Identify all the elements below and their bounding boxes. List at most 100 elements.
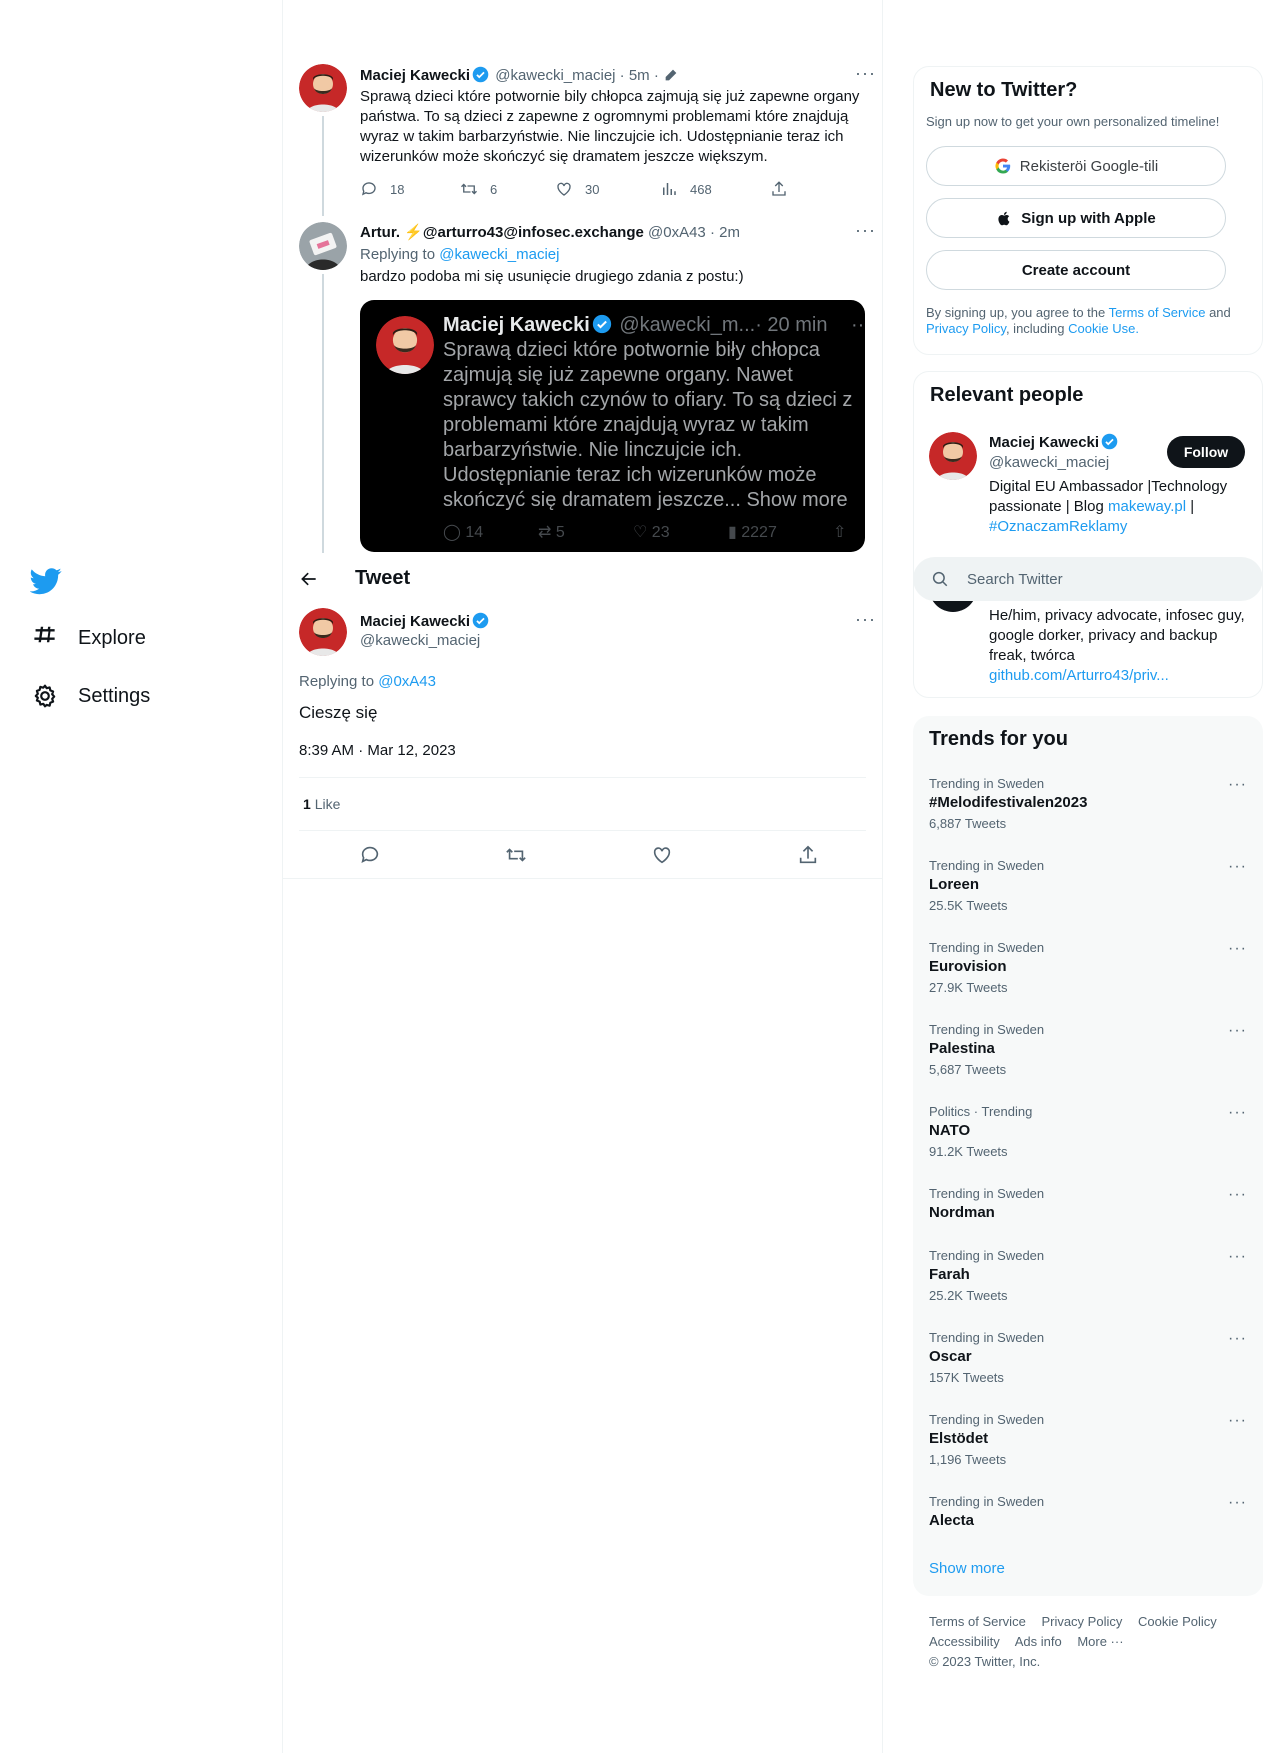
more-options-icon[interactable]: ···	[1228, 1412, 1247, 1430]
more-options-icon[interactable]: ···	[1228, 1494, 1247, 1512]
footer-accessibility-link[interactable]: Accessibility	[929, 1634, 1000, 1649]
retweet-button[interactable]	[505, 844, 527, 866]
share-button[interactable]	[770, 180, 788, 198]
bio-link[interactable]: makeway.pl	[1108, 498, 1186, 515]
nav-settings-label: Settings	[78, 684, 151, 707]
avatar[interactable]	[929, 432, 977, 480]
trend-item[interactable]: Trending in Sweden Nordman ···	[929, 1186, 1247, 1221]
more-options-icon[interactable]: ···	[855, 221, 875, 245]
more-options-icon[interactable]: ···	[1228, 1330, 1247, 1348]
trend-item[interactable]: Trending in Sweden Farah 25.2K Tweets ··…	[929, 1248, 1247, 1303]
embedded-screenshot-image[interactable]: Maciej Kawecki @kawecki_m...· 20 min ···…	[360, 300, 865, 552]
person-handle[interactable]: @kawecki_maciej	[989, 454, 1109, 471]
trend-count: 1,196 Tweets	[929, 1452, 1007, 1467]
retweet-icon	[506, 848, 526, 862]
person-name-text: Maciej Kawecki	[989, 434, 1100, 451]
footer-more-link[interactable]: More ···	[1077, 1634, 1123, 1649]
signup-subtitle: Sign up now to get your own personalized…	[926, 114, 1220, 129]
embed-views: ▮ 2227	[728, 524, 777, 541]
embed-more-icon: ···	[851, 314, 865, 336]
cookie-link[interactable]: Cookie Use.	[1068, 321, 1139, 336]
bio-hashtag-link[interactable]: #OznaczamReklamy	[989, 518, 1127, 535]
more-options-icon[interactable]: ···	[855, 610, 875, 634]
copyright: © 2023 Twitter, Inc.	[929, 1654, 1041, 1669]
twitter-logo-icon[interactable]	[30, 565, 62, 597]
create-account-button[interactable]: Create account	[926, 250, 1226, 290]
nav-settings[interactable]: Settings	[32, 683, 150, 709]
back-arrow-icon[interactable]	[299, 569, 319, 589]
more-options-icon[interactable]: ···	[1228, 1248, 1247, 1266]
share-button[interactable]	[797, 844, 819, 866]
trend-item[interactable]: Trending in Sweden Eurovision 27.9K Twee…	[929, 940, 1247, 995]
main-tweet-text: Cieszę się	[299, 703, 378, 722]
retweet-icon	[461, 183, 477, 195]
more-options-icon[interactable]: ···	[1228, 940, 1247, 958]
relevant-people-card: Relevant people Maciej Kawecki @kawecki_…	[913, 371, 1263, 698]
more-options-icon[interactable]: ···	[1228, 776, 1247, 794]
avatar[interactable]	[299, 222, 347, 270]
author-handle[interactable]: @kawecki_maciej	[360, 632, 480, 649]
avatar[interactable]	[299, 608, 347, 656]
bio-link[interactable]: github.com/Arturro43/priv...	[989, 666, 1249, 686]
more-options-icon[interactable]: ···	[1228, 858, 1247, 876]
trend-item[interactable]: Trending in Sweden Palestina 5,687 Tweet…	[929, 1022, 1247, 1077]
more-options-icon[interactable]: ···	[855, 64, 875, 88]
trend-item[interactable]: Trending in Sweden Elstödet 1,196 Tweets…	[929, 1412, 1247, 1467]
more-options-icon[interactable]: ···	[1228, 1186, 1247, 1204]
tweet-time[interactable]: · 5m ·	[620, 67, 659, 84]
avatar[interactable]	[299, 64, 347, 112]
author-name[interactable]: Maciej Kawecki	[360, 67, 470, 84]
footer-ads-link[interactable]: Ads info	[1015, 1634, 1062, 1649]
edit-pencil-icon[interactable]	[663, 67, 679, 83]
footer-privacy-link[interactable]: Privacy Policy	[1041, 1614, 1122, 1629]
search-bar[interactable]	[913, 557, 1263, 601]
google-signup-button[interactable]: Rekisteröi Google-tili	[926, 146, 1226, 186]
embed-author-name: Maciej Kawecki	[443, 314, 590, 336]
search-input[interactable]	[967, 557, 1247, 601]
privacy-link[interactable]: Privacy Policy	[926, 321, 1006, 336]
author-handle[interactable]: @0xA43	[648, 224, 706, 241]
footer-terms-link[interactable]: Terms of Service	[929, 1614, 1026, 1629]
author-name[interactable]: Maciej Kawecki	[360, 613, 470, 630]
follow-button[interactable]: Follow	[1167, 436, 1245, 468]
views-button[interactable]: 468	[660, 180, 770, 198]
heart-icon	[557, 182, 571, 196]
legal-including: , including	[1005, 321, 1065, 336]
reply-button[interactable]	[359, 844, 381, 866]
verified-badge-icon	[592, 314, 611, 334]
author-handle[interactable]: @kawecki_maciej	[495, 67, 615, 84]
more-options-icon[interactable]: ···	[1228, 1022, 1247, 1040]
replying-to-link[interactable]: @kawecki_maciej	[439, 246, 559, 263]
trend-item[interactable]: Trending in Sweden Alecta ···	[929, 1494, 1247, 1529]
reply-icon	[361, 846, 379, 863]
trend-name: Palestina	[929, 1040, 995, 1057]
trend-item[interactable]: Politics · Trending NATO 91.2K Tweets ··…	[929, 1104, 1247, 1159]
nav-explore[interactable]: Explore	[32, 625, 146, 651]
tweet-timestamp[interactable]: 8:39 AM · Mar 12, 2023	[299, 741, 456, 761]
person-name[interactable]: Maciej Kawecki	[989, 433, 1120, 451]
bio-separator: |	[1190, 498, 1195, 515]
retweet-button[interactable]: 6	[460, 180, 555, 198]
trend-name: Farah	[929, 1266, 970, 1283]
show-more-link[interactable]: Show more	[929, 1560, 1005, 1577]
author-name[interactable]: Artur. ⚡@arturro43@infosec.exchange	[360, 224, 644, 241]
trend-item[interactable]: Trending in Sweden Loreen 25.5K Tweets ·…	[929, 858, 1247, 913]
apple-signup-button[interactable]: Sign up with Apple	[926, 198, 1226, 238]
more-options-icon[interactable]: ···	[1228, 1104, 1247, 1122]
likes-stat[interactable]: 1 Like	[303, 794, 340, 814]
main-column: Maciej Kawecki @kawecki_maciej · 5m · ··…	[283, 0, 883, 1753]
reply-button[interactable]: 18	[360, 180, 460, 198]
replying-to: Replying to @0xA43	[299, 672, 436, 692]
terms-link[interactable]: Terms of Service	[1109, 305, 1206, 320]
like-button[interactable]	[651, 844, 673, 866]
footer-cookie-link[interactable]: Cookie Policy	[1138, 1614, 1217, 1629]
trend-item[interactable]: Trending in Sweden #Melodifestivalen2023…	[929, 776, 1247, 831]
trend-context: Trending in Sweden	[929, 1412, 1045, 1427]
reply-count: 18	[390, 181, 405, 197]
trend-item[interactable]: Trending in Sweden Oscar 157K Tweets ···	[929, 1330, 1247, 1385]
replying-to-link[interactable]: @0xA43	[378, 673, 436, 690]
replying-to: Replying to @kawecki_maciej	[360, 245, 559, 265]
like-button[interactable]: 30	[555, 180, 660, 198]
trend-context: Trending in Sweden	[929, 1494, 1045, 1509]
tweet-time[interactable]: · 2m	[710, 224, 740, 241]
